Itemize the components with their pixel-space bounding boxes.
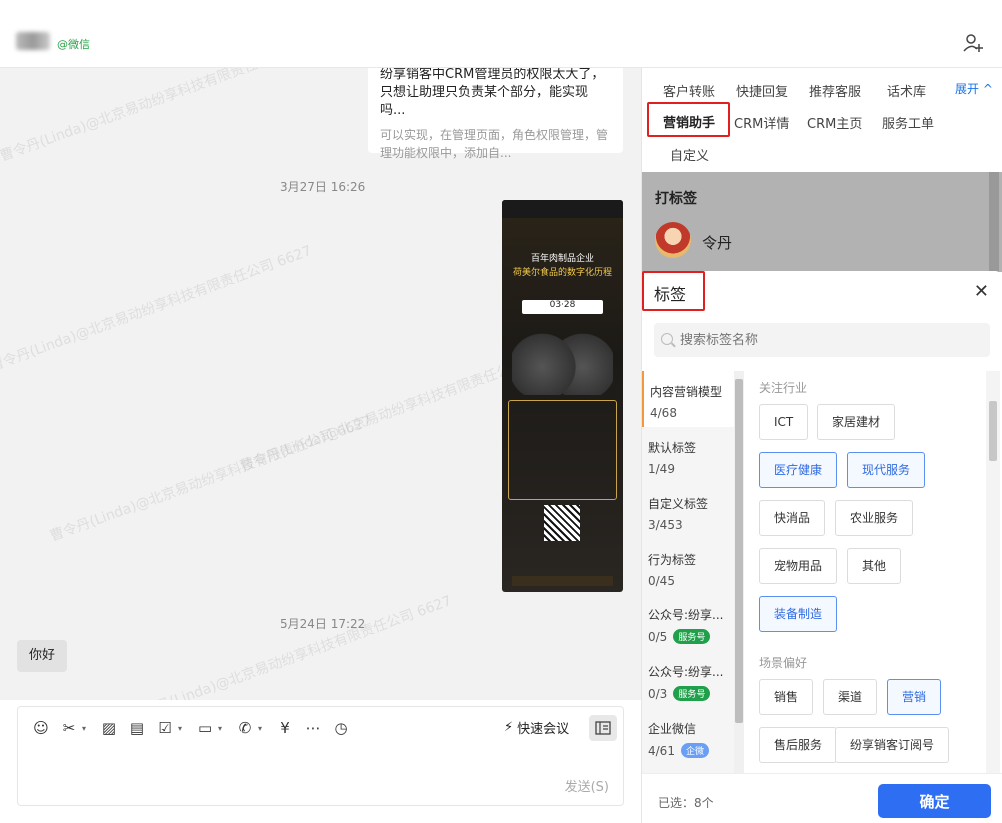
poster-headline: 百年肉制品企业 荷美尔食品的数字化历程 [512,254,612,278]
composer-toolbar: ☺ ✂ ▾ ▨ ▤ ☑ ▾ ▭ ▾ ✆ ▾ ¥ ⋯ ◷ [30,717,352,739]
poster-image[interactable]: 百年肉制品企业 荷美尔食品的数字化历程 03·28 [502,200,623,592]
watermark: 曹令丹(Linda)@北京易动纷享科技有限责任公司 6627 [0,68,324,165]
tagging-title: 打标签 [655,191,697,207]
tag-option[interactable]: 销售 [759,679,814,715]
quick-meeting-button[interactable]: ⚡ 快速会议 [504,718,569,737]
side-panel-toggle-icon[interactable] [589,715,617,741]
poster-speakers [512,325,613,395]
category-item[interactable]: 内容营销模型 4/68 [642,371,734,427]
emoji-icon[interactable]: ☺ [30,717,52,739]
tag-category-list: 内容营销模型 4/68 默认标签 1/49 自定义标签 3/453 行为标签 0… [642,371,734,773]
qr-code [544,505,580,541]
tab-recommend-service[interactable]: 推荐客服 [809,81,861,100]
avatar [655,222,691,258]
tag-option-selected[interactable]: 医疗健康 [759,452,838,488]
category-item[interactable]: 自定义标签 3/453 [642,495,734,532]
message-card[interactable]: 纷享销客中CRM管理员的权限太大了，只想让助理只负责某个部分，能实现吗... 可… [368,68,623,160]
tag-option[interactable]: 家居建材 [817,404,896,440]
scrollbar[interactable] [989,172,999,272]
category-scrollbar[interactable] [734,371,744,773]
status-badge: 服务号 [673,629,711,644]
tag-option[interactable]: 其他 [847,548,902,584]
category-item[interactable]: 默认标签 1/49 [642,439,734,476]
history-icon[interactable]: ◷ [330,717,352,739]
category-item[interactable]: 公众号:纷享... 0/5 服务号 [642,606,734,644]
card-title: 纷享销客中CRM管理员的权限太大了，只想让助理只负责某个部分，能实现吗... [380,68,605,118]
tag-option[interactable]: 宠物用品 [759,548,838,584]
tag-option[interactable]: 渠道 [823,679,878,715]
tab-crm-home[interactable]: CRM主页 [807,113,862,132]
category-item[interactable]: 企业微信 4/61 企微 [642,720,734,758]
watermark: 曹令丹(Linda)@北京易动纷享科技有限责任公司 6627 [47,413,374,545]
image-icon[interactable]: ▨ [98,717,120,739]
section-heading: 关注行业 [759,381,808,395]
timestamp: 5月24日 17:22 [280,617,366,631]
poster-highlights [508,400,617,500]
card-reply: 可以实现，在管理页面，角色权限管理，管理功能权限中，添加自... [380,128,609,160]
tag-option[interactable]: 售后服务 [759,727,838,763]
tag-selector-panel: 标签 ✕ 内容营销模型 4/68 默认标签 1/49 自定义标签 3/453 行… [642,271,1002,823]
highlight-box [642,271,705,311]
watermark: 曹令丹(Linda)@北京易动纷享科技有限责任公司 6627 [0,243,314,375]
message-composer[interactable]: ☺ ✂ ▾ ▨ ▤ ☑ ▾ ▭ ▾ ✆ ▾ ¥ ⋯ ◷ ⚡ 快速会议 发送(S) [17,706,624,806]
chat-header: @微信 [0,0,1002,68]
more-icon[interactable]: ⋯ [302,717,324,739]
document-icon[interactable]: ▤ [126,717,148,739]
tab-service-ticket[interactable]: 服务工单 [882,113,934,132]
section-heading: 场景偏好 [759,656,808,670]
category-item[interactable]: 公众号:纷享... 0/3 服务号 [642,663,734,701]
status-badge: 服务号 [673,686,711,701]
phone-icon[interactable]: ✆ [234,717,256,739]
highlight-box [647,102,730,137]
tab-customer-transfer[interactable]: 客户转账 [663,81,715,100]
lightning-icon: ⚡ [504,720,514,735]
watermark: 曹令丹(Linda)@北京易动纷享科技有限责任公司 6627 [127,593,454,700]
status-badge: 企微 [680,743,709,758]
tab-custom[interactable]: 自定义 [670,145,709,164]
tag-option[interactable]: 快消品 [759,500,826,536]
contact-name-blurred [16,32,50,50]
expand-tabs-button[interactable]: 展开 ^ [955,80,993,97]
tag-option-selected[interactable]: 装备制造 [759,596,838,632]
contact-name: 令丹 [702,234,733,252]
add-user-icon[interactable] [962,32,984,54]
scissors-icon[interactable]: ✂ [58,717,80,739]
timestamp: 3月27日 16:26 [280,180,366,194]
tab-script-library[interactable]: 话术库 [887,81,926,100]
tab-quick-reply[interactable]: 快捷回复 [736,81,788,100]
folder-icon[interactable]: ▭ [194,717,216,739]
category-item[interactable]: 行为标签 0/45 [642,551,734,588]
app-tabs: 客户转账 快捷回复 推荐客服 话术库 展开 ^ 营销助手 CRM详情 CRM主页… [642,68,1002,172]
poster-date: 03·28 [522,300,603,314]
yuan-icon[interactable]: ¥ [274,717,296,739]
tag-option[interactable]: 纷享销客订阅号 [835,727,950,763]
tag-option[interactable]: 农业服务 [835,500,914,536]
search-icon [661,333,673,345]
close-icon[interactable]: ✕ [974,281,989,302]
chat-area[interactable]: 曹令丹(Linda)@北京易动纷享科技有限责任公司 6627 曹令丹(Linda… [0,68,641,700]
send-button[interactable]: 发送(S) [565,776,609,795]
tab-crm-detail[interactable]: CRM详情 [734,113,789,132]
tag-list: 关注行业 ICT 家居建材 医疗健康 现代服务 快消品 农业服务 宠物用品 其他… [746,371,986,773]
tag-list-scrollbar[interactable] [986,371,1000,773]
confirm-button[interactable]: 确定 [878,784,991,818]
wechat-tag: @微信 [57,38,90,51]
tagging-overlay: 打标签 令丹 [642,172,1002,272]
tag-search-input[interactable] [654,323,990,357]
right-side-panel: 客户转账 快捷回复 推荐客服 话术库 展开 ^ 营销助手 CRM详情 CRM主页… [641,68,1002,823]
tag-option-selected[interactable]: 现代服务 [847,452,926,488]
task-icon[interactable]: ☑ [154,717,176,739]
tag-option[interactable]: ICT [759,404,809,440]
selected-count: 已选：8个 [658,796,714,810]
tag-panel-footer: 已选：8个 确定 [642,773,1002,823]
message-bubble[interactable]: 你好 [17,640,68,672]
tag-option-selected[interactable]: 营销 [887,679,942,715]
